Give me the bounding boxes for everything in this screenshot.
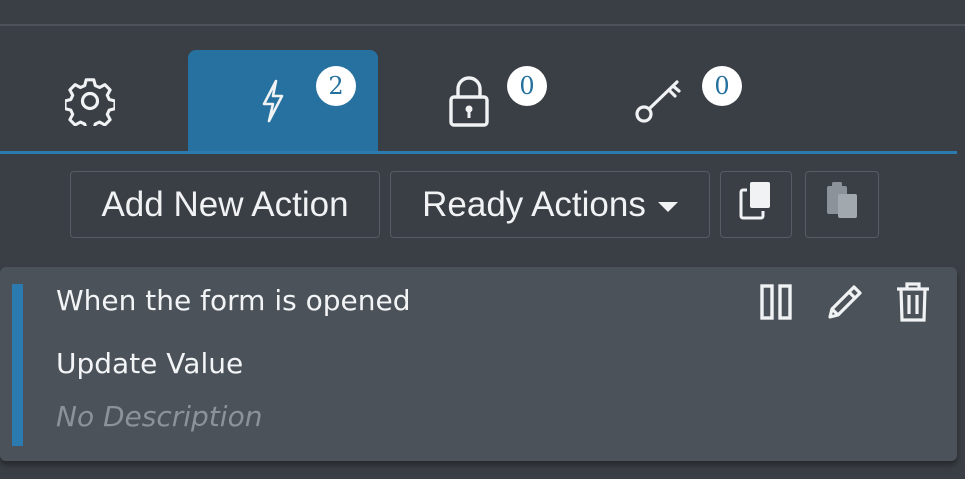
ready-actions-dropdown[interactable]: Ready Actions bbox=[390, 171, 710, 238]
pencil-icon bbox=[824, 281, 866, 328]
pause-button[interactable] bbox=[753, 281, 799, 327]
tab-actions[interactable]: 2 bbox=[188, 50, 378, 151]
add-new-action-label: Add New Action bbox=[101, 184, 349, 224]
divider bbox=[0, 24, 965, 26]
tab-permissions[interactable]: 0 bbox=[376, 50, 566, 151]
edit-button[interactable] bbox=[822, 281, 868, 327]
delete-button[interactable] bbox=[890, 281, 936, 327]
action-trigger: When the form is opened bbox=[56, 284, 411, 317]
copy-icon bbox=[739, 180, 773, 229]
trash-icon bbox=[894, 281, 932, 328]
caret-down-icon bbox=[657, 201, 678, 212]
add-new-action-button[interactable]: Add New Action bbox=[70, 171, 380, 238]
keys-count-badge: 0 bbox=[702, 66, 742, 106]
action-panel: 2 0 0 Add New Action Ready Actions When … bbox=[0, 0, 965, 479]
ready-actions-label: Ready Actions bbox=[422, 184, 646, 224]
paste-icon bbox=[825, 180, 859, 229]
tab-bar: 2 0 0 bbox=[0, 50, 957, 154]
paste-button[interactable] bbox=[805, 171, 879, 238]
card-accent-stripe bbox=[12, 284, 23, 446]
action-card[interactable]: When the form is opened Update Value No … bbox=[0, 267, 957, 461]
lightning-icon bbox=[258, 78, 288, 124]
action-description: No Description bbox=[56, 400, 263, 433]
key-icon bbox=[633, 76, 683, 126]
permissions-count-badge: 0 bbox=[507, 66, 547, 106]
tab-settings[interactable] bbox=[0, 50, 190, 151]
copy-button[interactable] bbox=[720, 171, 792, 238]
actions-count-badge: 2 bbox=[316, 66, 356, 106]
action-title: Update Value bbox=[56, 347, 244, 380]
lock-icon bbox=[446, 73, 492, 129]
tab-keys[interactable]: 0 bbox=[566, 50, 756, 151]
pause-icon bbox=[758, 282, 794, 327]
gear-icon bbox=[65, 76, 115, 126]
